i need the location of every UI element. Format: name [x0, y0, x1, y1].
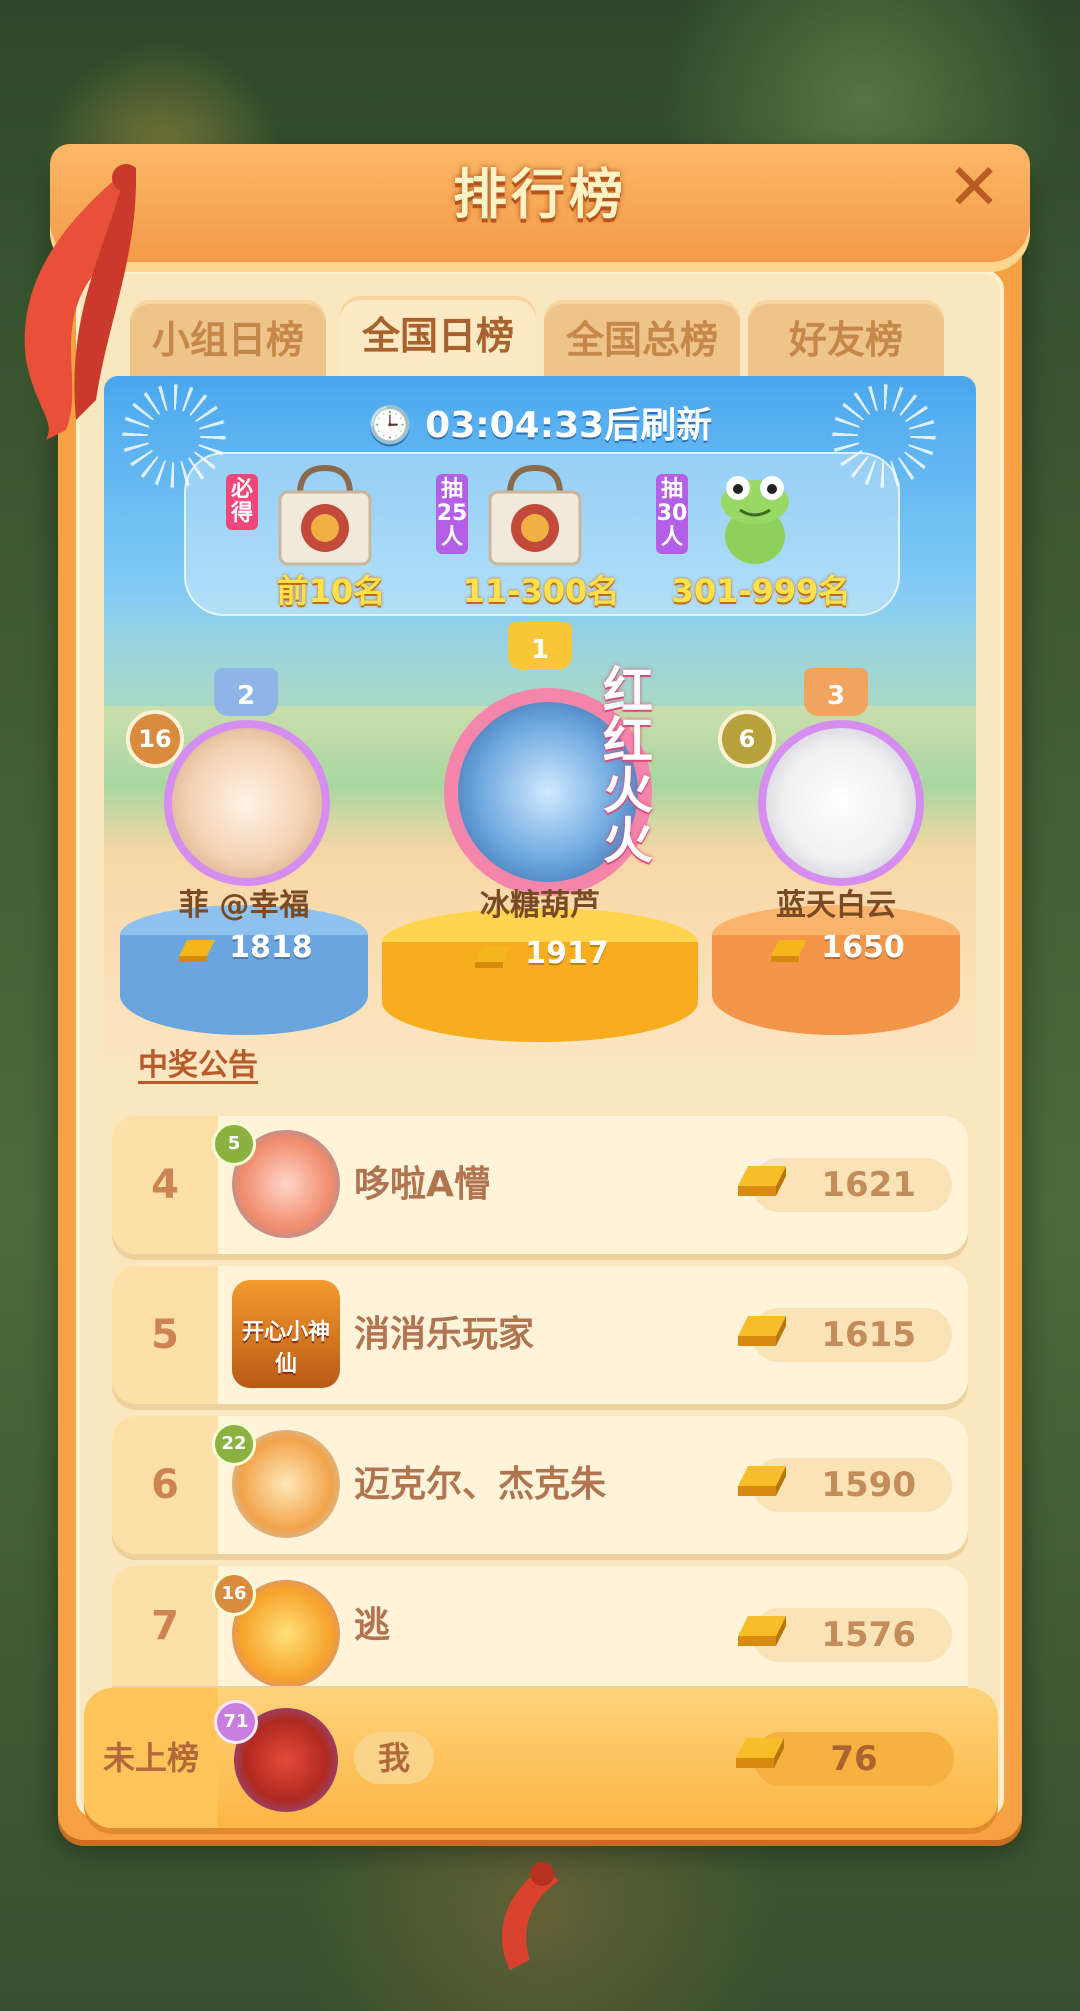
tab-bar: 小组日榜 全国日榜 全国总榜 好友榜	[130, 296, 960, 380]
level-badge: 16	[212, 1572, 256, 1616]
avatar-frame-text: 红红火火	[595, 664, 653, 864]
rank-number: 4	[112, 1116, 218, 1254]
clock-icon: 🕒	[367, 405, 413, 446]
player-name: 迈克尔、杰克朱	[354, 1464, 607, 1505]
gold-bar-icon	[179, 939, 216, 962]
table-row[interactable]: 4 5 哆啦A懵 1621	[112, 1116, 968, 1254]
gift-bag-icon	[488, 464, 582, 566]
player-name: 蓝天白云	[776, 888, 896, 923]
tab-group-daily[interactable]: 小组日榜	[130, 300, 326, 380]
gold-bar-icon	[738, 1616, 786, 1646]
tab-national-total[interactable]: 全国总榜	[544, 300, 740, 380]
crown-icon: 3	[804, 668, 868, 716]
reward-tier-1[interactable]: 必得 前10名	[226, 464, 436, 610]
reward-tag: 抽30人	[656, 474, 688, 554]
reward-box: 必得 前10名 抽25人 11-300名 抽30人 301-999名	[184, 452, 900, 616]
player-name: 逃	[354, 1605, 391, 1646]
crown-icon: 1	[508, 622, 572, 670]
player-score: 1650	[712, 930, 960, 965]
gold-bar-icon	[475, 945, 512, 968]
reward-tag: 必得	[226, 474, 258, 530]
table-row[interactable]: 6 22 迈克尔、杰克朱 1590	[112, 1416, 968, 1554]
player-score: 1818	[120, 930, 368, 965]
rank-number: 6	[112, 1416, 218, 1554]
avatar	[164, 720, 330, 886]
tab-national-daily[interactable]: 全国日榜	[340, 296, 536, 380]
avatar: 开心小神仙	[232, 1280, 340, 1388]
player-name: 菲 @幸福	[178, 888, 310, 923]
gold-bar-icon	[738, 1316, 786, 1346]
level-badge: 71	[214, 1700, 258, 1744]
rank-number: 未上榜	[84, 1688, 218, 1828]
player-name: 哆啦A懵	[354, 1164, 490, 1205]
refresh-timer: 🕒 03:04:33后刷新	[367, 405, 713, 446]
close-button[interactable]: ✕	[944, 156, 1004, 220]
level-badge: 22	[212, 1422, 256, 1466]
table-row[interactable]: 7 16 逃 1576	[112, 1566, 968, 1686]
prize-notice-link[interactable]: 中奖公告	[138, 1040, 258, 1084]
player-name: 冰糖葫芦	[480, 888, 600, 923]
avatar-text: 开心小神仙	[241, 1320, 330, 1377]
avatar	[758, 720, 924, 886]
reward-tier-3[interactable]: 抽30人 301-999名	[656, 464, 866, 610]
reward-tag: 抽25人	[436, 474, 468, 554]
table-row[interactable]: 5 开心小神仙 消消乐玩家 1615	[112, 1266, 968, 1404]
level-badge: 5	[212, 1122, 256, 1166]
crown-icon: 2	[214, 668, 278, 716]
player-name: 我	[354, 1732, 434, 1784]
ribbon-decoration	[501, 1862, 560, 1970]
gold-bar-icon	[738, 1166, 786, 1196]
gold-bar-icon	[771, 939, 808, 962]
reward-tier-2[interactable]: 抽25人 11-300名	[436, 464, 646, 610]
tab-friends[interactable]: 好友榜	[748, 300, 944, 380]
level-badge: 16	[126, 710, 184, 768]
frog-plush-icon	[721, 476, 789, 564]
rank-number: 7	[112, 1566, 218, 1686]
player-name: 消消乐玩家	[354, 1314, 535, 1355]
level-badge: 6	[718, 710, 776, 768]
player-score: 1917	[382, 936, 698, 971]
rank-number: 5	[112, 1266, 218, 1404]
gold-bar-icon	[736, 1738, 784, 1768]
page-title: 排行榜	[453, 163, 627, 226]
gift-bag-icon	[278, 464, 372, 566]
my-rank-row[interactable]: 未上榜 71 我 76	[84, 1688, 998, 1828]
gold-bar-icon	[738, 1466, 786, 1496]
